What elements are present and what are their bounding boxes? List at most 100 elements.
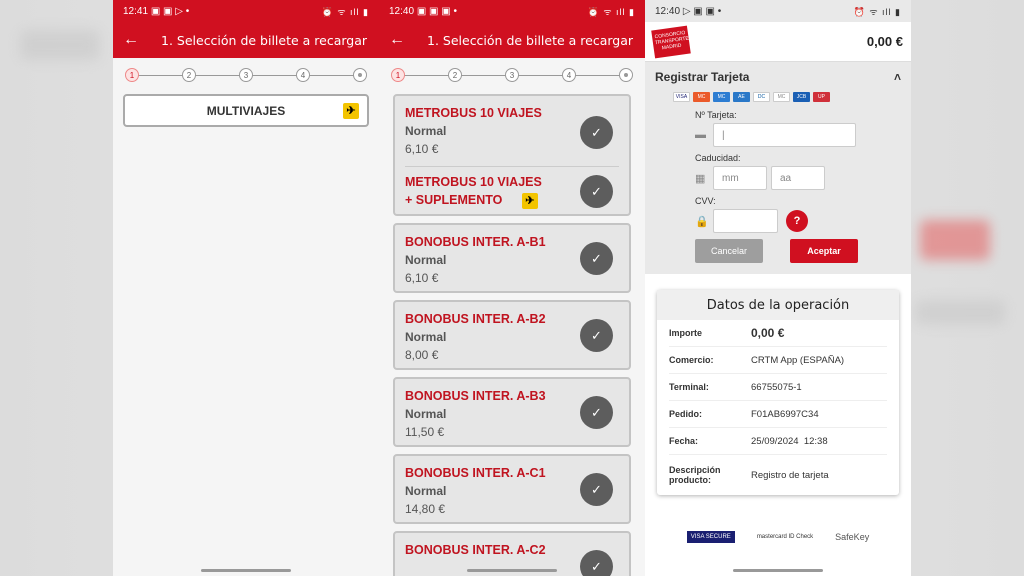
operation-details-title: Datos de la operación bbox=[657, 290, 899, 320]
ticket-bonobus-a-b2[interactable]: BONOBUS INTER. A-B2 Normal 8,00 € ✓ bbox=[393, 300, 631, 370]
op-key: Terminal: bbox=[669, 382, 709, 392]
card-number-label: Nº Tarjeta: bbox=[695, 110, 737, 120]
op-value: Registro de tarjeta bbox=[751, 469, 829, 481]
card-brand-logos: VISA MC MC AE DC MC JCB UP bbox=[673, 92, 901, 102]
step-2: 2 bbox=[448, 68, 462, 82]
status-system-icons: ⏰ ᯤ ıll ▮ bbox=[587, 6, 635, 17]
op-row-terminal: Terminal: 66755075-1 bbox=[669, 374, 887, 401]
visa-secure-logo: VISA SECURE bbox=[686, 531, 735, 543]
cvv-help-button[interactable]: ? bbox=[786, 210, 808, 232]
ticket-metrobus-suplemento[interactable]: METROBUS 10 VIAJES + SUPLEMENTO ✈ ✓ bbox=[405, 173, 619, 213]
mastercard-debit-icon: MC bbox=[773, 92, 790, 102]
ticket-metrobus[interactable]: METROBUS 10 VIAJES Normal 6,10 € ✓ bbox=[405, 104, 619, 164]
step-final bbox=[353, 68, 367, 82]
app-bar: ← 1. Selección de billete a recargar bbox=[379, 22, 645, 58]
app-bar: ← 1. Selección de billete a recargar bbox=[113, 22, 379, 58]
unionpay-icon: UP bbox=[813, 92, 830, 102]
status-notification-icons: ▣ ▣ ▷ • bbox=[150, 5, 190, 17]
op-row-comercio: Comercio: CRTM App (ESPAÑA) bbox=[669, 347, 887, 374]
secure-payment-logos: VISA SECURE mastercard ID Check SafeKey bbox=[645, 531, 911, 543]
op-key: Comercio: bbox=[669, 355, 714, 365]
op-key: Fecha: bbox=[669, 436, 699, 446]
stepper: 1 2 3 4 bbox=[125, 58, 367, 94]
op-key: Descripción producto: bbox=[669, 465, 721, 485]
check-icon[interactable]: ✓ bbox=[580, 319, 613, 352]
lock-icon: 🔒 bbox=[695, 215, 709, 228]
op-row-descripcion: Descripción producto: Registro de tarjet… bbox=[669, 455, 887, 495]
step-1: 1 bbox=[391, 68, 405, 82]
step-3: 3 bbox=[505, 68, 519, 82]
check-icon[interactable]: ✓ bbox=[580, 242, 613, 275]
register-card-header[interactable]: Registrar Tarjeta ˄ bbox=[655, 70, 901, 84]
ticket-bonobus-a-c1[interactable]: BONOBUS INTER. A-C1 Normal 14,80 € ✓ bbox=[393, 454, 631, 524]
check-icon[interactable]: ✓ bbox=[580, 175, 613, 208]
card-number-input[interactable]: | bbox=[713, 123, 856, 147]
op-key: Pedido: bbox=[669, 409, 702, 419]
airplane-icon: ✈ bbox=[521, 193, 538, 209]
check-icon[interactable]: ✓ bbox=[580, 396, 613, 429]
safekey-logo: SafeKey bbox=[835, 532, 870, 542]
page-title: 1. Selección de billete a recargar bbox=[427, 32, 634, 48]
cvv-label: CVV: bbox=[695, 196, 716, 206]
status-system-icons: ⏰ ᯤ ıll ▮ bbox=[853, 6, 901, 17]
op-value: 66755075-1 bbox=[751, 381, 802, 393]
status-system-icons: ⏰ ᯤ ıll ▮ bbox=[321, 6, 369, 17]
op-value: 0,00 € bbox=[751, 326, 785, 340]
home-indicator[interactable] bbox=[733, 569, 823, 572]
home-indicator[interactable] bbox=[201, 569, 291, 572]
op-value: F01AB6997C34 bbox=[751, 408, 819, 420]
step-2: 2 bbox=[182, 68, 196, 82]
ticket-bonobus-a-b3[interactable]: BONOBUS INTER. A-B3 Normal 11,50 € ✓ bbox=[393, 377, 631, 447]
register-card-title: Registrar Tarjeta bbox=[655, 70, 750, 84]
status-notification-icons: ▣ ▣ ▣ • bbox=[416, 5, 457, 17]
step-4: 4 bbox=[296, 68, 310, 82]
register-card-panel: Registrar Tarjeta ˄ VISA MC MC AE DC MC … bbox=[645, 62, 911, 274]
phone-screen-ticket-list: 12:40 ▣ ▣ ▣ • ⏰ ᯤ ıll ▮ ← 1. Selección d… bbox=[379, 0, 645, 576]
step-3: 3 bbox=[239, 68, 253, 82]
jcb-icon: JCB bbox=[793, 92, 810, 102]
status-time: 12:40 bbox=[655, 5, 681, 17]
cancel-button[interactable]: Cancelar bbox=[695, 239, 763, 263]
phone-screen-register-card: 12:40 ▷ ▣ ▣ • ⏰ ᯤ ıll ▮ CONSORCIO TRANSP… bbox=[645, 0, 911, 576]
op-row-importe: Importe 0,00 € bbox=[669, 320, 887, 347]
cvv-input[interactable] bbox=[713, 209, 778, 233]
step-1: 1 bbox=[125, 68, 139, 82]
op-row-fecha: Fecha: 25/09/2024 12:38 bbox=[669, 428, 887, 455]
stepper: 1 2 3 4 bbox=[391, 58, 633, 94]
step-4: 4 bbox=[562, 68, 576, 82]
payment-header: CONSORCIO TRANSPORTES MADRID 0,00 € bbox=[645, 22, 911, 62]
mastercard-id-check-logo: mastercard ID Check bbox=[756, 534, 814, 540]
home-indicator[interactable] bbox=[467, 569, 557, 572]
status-bar: 12:41 ▣ ▣ ▷ • ⏰ ᯤ ıll ▮ bbox=[113, 0, 379, 22]
visa-icon: VISA bbox=[673, 92, 690, 102]
accept-button[interactable]: Aceptar bbox=[790, 239, 858, 263]
maestro-icon: MC bbox=[713, 92, 730, 102]
chevron-up-icon[interactable]: ˄ bbox=[894, 70, 901, 84]
back-arrow-icon[interactable]: ← bbox=[389, 31, 427, 49]
expiry-label: Caducidad: bbox=[695, 153, 741, 163]
expiry-year-input[interactable]: aa bbox=[771, 166, 825, 190]
ticket-group-metrobus: METROBUS 10 VIAJES Normal 6,10 € ✓ METRO… bbox=[393, 94, 631, 216]
check-icon[interactable]: ✓ bbox=[580, 116, 613, 149]
phone-screen-ticket-type: 12:41 ▣ ▣ ▷ • ⏰ ᯤ ıll ▮ ← 1. Selección d… bbox=[113, 0, 379, 576]
airplane-icon: ✈ bbox=[343, 102, 359, 119]
back-arrow-icon[interactable]: ← bbox=[123, 31, 161, 49]
status-time: 12:41 bbox=[123, 5, 149, 17]
operation-details-card: Datos de la operación Importe 0,00 € Com… bbox=[657, 290, 899, 495]
check-icon[interactable]: ✓ bbox=[580, 473, 613, 506]
status-notification-icons: ▷ ▣ ▣ • bbox=[682, 5, 722, 17]
op-value: 25/09/2024 12:38 bbox=[751, 435, 828, 447]
page-title: 1. Selección de billete a recargar bbox=[161, 32, 368, 48]
ticket-bonobus-a-b1[interactable]: BONOBUS INTER. A-B1 Normal 6,10 € ✓ bbox=[393, 223, 631, 293]
card-form: Nº Tarjeta: ▬ | Caducidad: ▦ mm aa CVV: … bbox=[695, 110, 901, 263]
step-final bbox=[619, 68, 633, 82]
check-icon[interactable]: ✓ bbox=[580, 550, 613, 576]
expiry-month-input[interactable]: mm bbox=[713, 166, 767, 190]
multiviajes-label: MULTIVIAJES bbox=[206, 103, 286, 118]
multiviajes-button[interactable]: MULTIVIAJES ✈ bbox=[123, 94, 369, 127]
op-key: Importe bbox=[669, 328, 703, 338]
op-value: CRTM App (ESPAÑA) bbox=[751, 354, 845, 366]
mastercard-icon: MC bbox=[693, 92, 710, 102]
op-row-pedido: Pedido: F01AB6997C34 bbox=[669, 401, 887, 428]
status-bar: 12:40 ▷ ▣ ▣ • ⏰ ᯤ ıll ▮ bbox=[645, 0, 911, 22]
